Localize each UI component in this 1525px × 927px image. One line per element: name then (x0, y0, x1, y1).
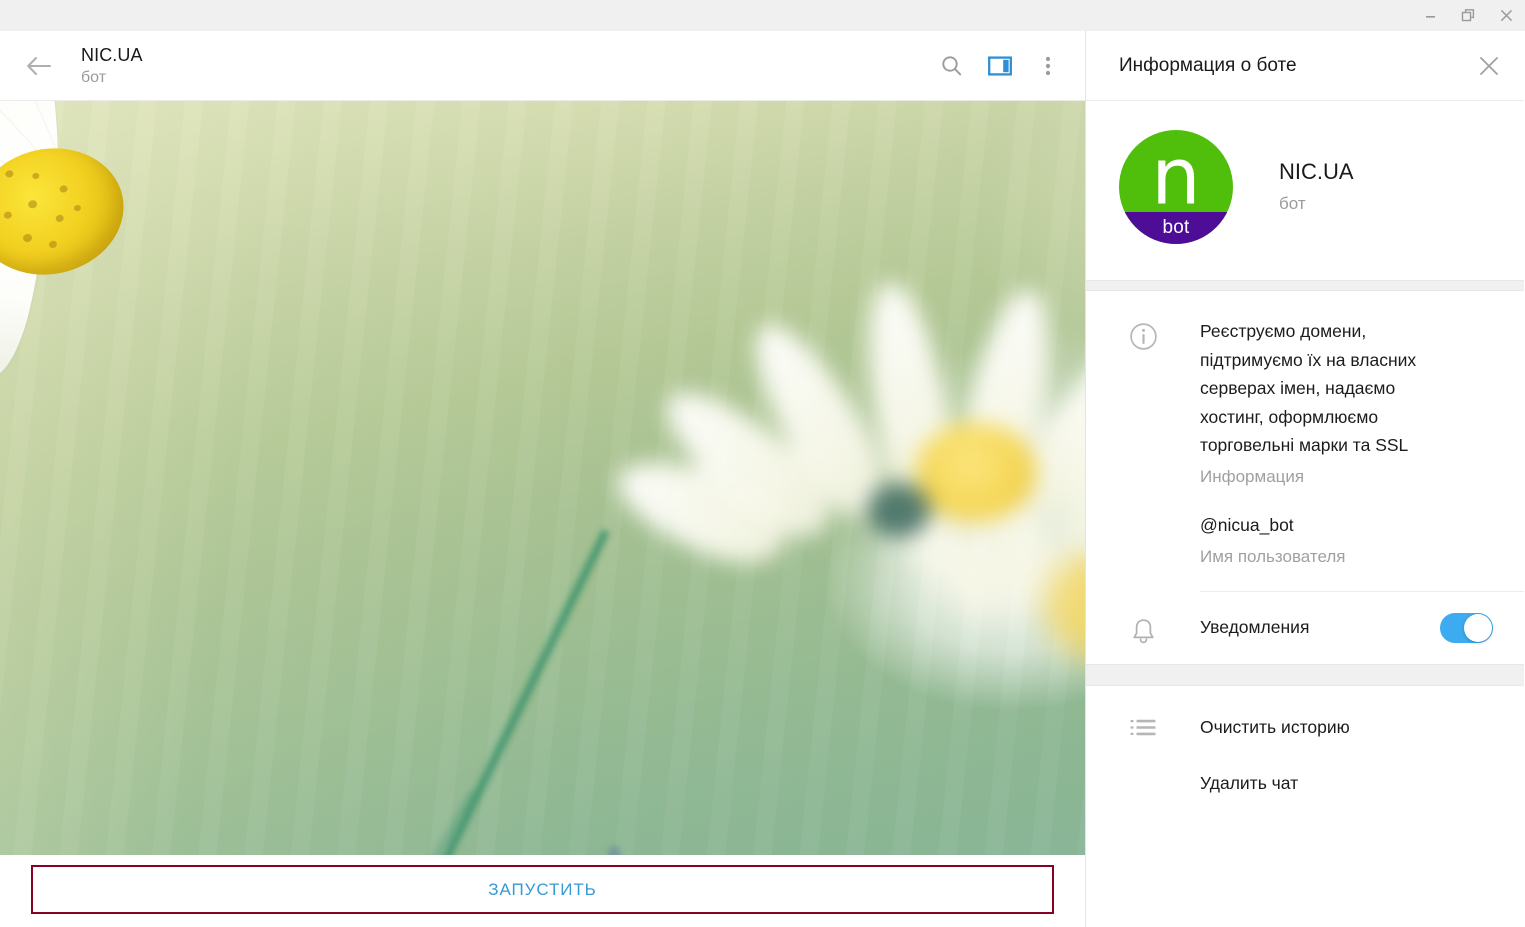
clear-history-label: Очистить историю (1200, 717, 1350, 738)
search-icon (940, 54, 964, 78)
background-daisy-blurred (740, 271, 1085, 691)
close-info-panel-button[interactable] (1468, 45, 1510, 87)
start-bot-button[interactable]: ЗАПУСТИТЬ (31, 865, 1054, 914)
profile-name: NIC.UA (1279, 159, 1354, 185)
toggle-knob (1464, 614, 1492, 642)
info-panel-toggle-button[interactable] (979, 45, 1021, 87)
bot-username-label: Имя пользователя (1200, 545, 1500, 569)
telegram-desktop-window: NIC.UA бот (0, 0, 1525, 927)
back-arrow-icon (26, 55, 54, 77)
bot-info-panel: Информация о боте n bot NIC.UA (1086, 31, 1524, 927)
bell-icon (1130, 616, 1157, 645)
info-rows: Реєструємо домени, підтримуємо їх на вла… (1086, 291, 1524, 664)
chat-menu-button[interactable] (1027, 45, 1069, 87)
bot-about-label: Информация (1200, 465, 1500, 489)
notifications-label: Уведомления (1200, 617, 1440, 638)
info-panel-toggle-icon (987, 53, 1013, 79)
avatar[interactable]: n bot (1119, 130, 1233, 244)
chat-header-actions (931, 45, 1069, 87)
list-icon-cell (1086, 717, 1200, 739)
chat-title: NIC.UA (81, 44, 931, 66)
section-separator-2 (1086, 664, 1524, 686)
list-icon (1130, 717, 1157, 739)
section-separator-1 (1086, 280, 1524, 291)
avatar-bot-badge-label: bot (1162, 218, 1189, 238)
bot-username-body: @nicua_bot Имя пользователя (1200, 511, 1500, 591)
background-daisy-core (916, 423, 1036, 521)
notifications-row[interactable]: Уведомления (1086, 592, 1524, 664)
window-titlebar (0, 0, 1525, 31)
close-icon (1478, 55, 1500, 77)
chat-actions-block: Очистить историю Удалить чат (1086, 686, 1524, 927)
profile-subtitle: бот (1279, 193, 1354, 215)
notifications-toggle[interactable] (1440, 613, 1493, 643)
chat-subtitle: бот (81, 68, 931, 88)
minimize-button[interactable] (1411, 0, 1449, 31)
restore-button[interactable] (1449, 0, 1487, 31)
bot-username-row[interactable]: @nicua_bot Имя пользователя (1086, 511, 1524, 591)
info-icon-cell (1086, 317, 1200, 511)
bot-username-value: @nicua_bot (1200, 511, 1500, 540)
chat-background-photo (0, 101, 1085, 855)
restore-icon (1461, 8, 1476, 23)
start-button-bar: ЗАПУСТИТЬ (0, 855, 1085, 927)
info-panel-title: Информация о боте (1119, 54, 1468, 78)
delete-chat-label: Удалить чат (1200, 773, 1298, 794)
chat-title-block[interactable]: NIC.UA бот (81, 44, 931, 88)
bot-profile-block: n bot NIC.UA бот (1086, 101, 1524, 280)
username-icon-cell (1086, 511, 1200, 591)
chat-header: NIC.UA бот (0, 31, 1085, 101)
close-button[interactable] (1487, 0, 1525, 31)
bot-about-body: Реєструємо домени, підтримуємо їх на вла… (1200, 317, 1500, 511)
search-button[interactable] (931, 45, 973, 87)
minimize-icon (1424, 9, 1437, 22)
delete-chat-row[interactable]: Удалить чат (1086, 756, 1524, 812)
more-vertical-icon (1038, 54, 1058, 78)
window-close-icon (1499, 8, 1514, 23)
info-panel-header: Информация о боте (1086, 31, 1524, 101)
avatar-bot-badge: bot (1119, 212, 1233, 244)
foreground-daisy-core (0, 135, 135, 288)
chat-column: NIC.UA бот (0, 31, 1086, 927)
bot-about-row[interactable]: Реєструємо домени, підтримуємо їх на вла… (1086, 317, 1524, 511)
foreground-daisy (0, 101, 510, 855)
avatar-letter: n (1151, 139, 1200, 217)
background-daisy-shadow (868, 483, 930, 537)
back-button[interactable] (18, 44, 62, 88)
bell-icon-cell (1086, 611, 1200, 645)
profile-name-block: NIC.UA бот (1279, 159, 1354, 215)
info-circle-icon (1129, 322, 1158, 351)
start-button-label: ЗАПУСТИТЬ (488, 880, 596, 900)
clear-history-row[interactable]: Очистить историю (1086, 700, 1524, 756)
main-split: NIC.UA бот (0, 31, 1525, 927)
bot-about-value: Реєструємо домени, підтримуємо їх на вла… (1200, 317, 1500, 460)
